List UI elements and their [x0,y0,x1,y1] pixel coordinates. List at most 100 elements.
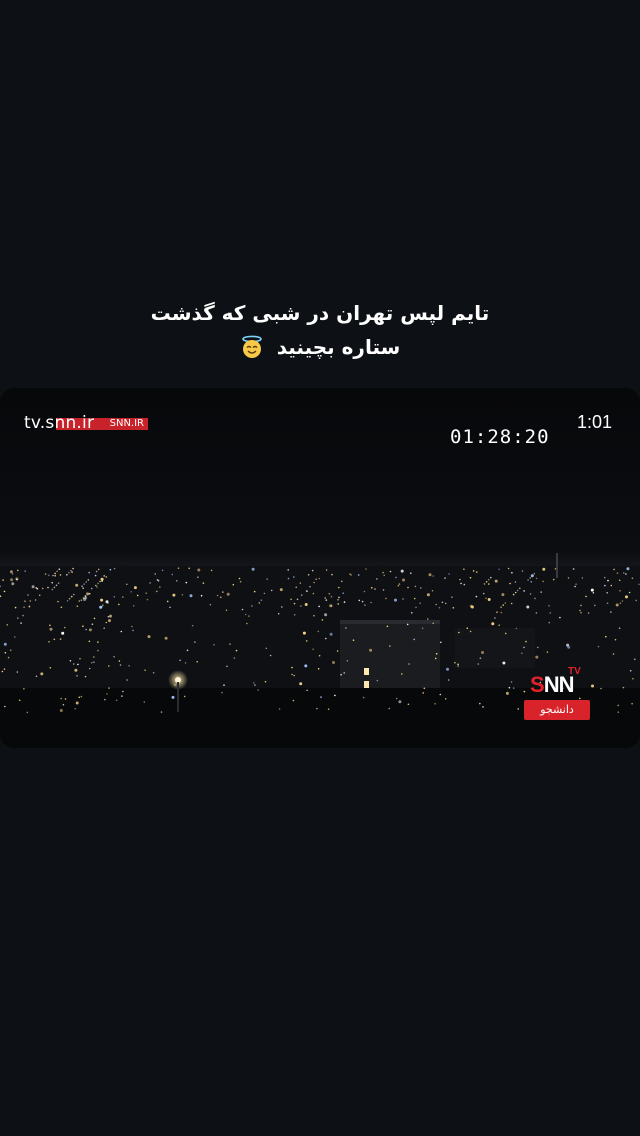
city-light [99,580,101,583]
city-light [505,691,509,695]
city-light [126,679,128,681]
city-light [617,711,620,713]
city-light [24,600,26,602]
city-light [610,584,613,587]
city-light [427,618,429,620]
city-light [188,567,190,570]
city-light [144,669,146,671]
city-light [64,698,67,700]
city-light [253,682,255,684]
city-light [343,672,346,674]
city-light [96,586,98,588]
city-light [496,611,498,613]
city-light [58,568,61,570]
city-light [494,617,496,619]
city-light [253,590,256,593]
city-light [87,579,90,581]
city-light [95,570,98,573]
city-light [260,599,263,601]
city-light [542,567,546,571]
city-light [634,658,636,661]
city-light [133,586,137,590]
city-light [279,588,283,592]
city-light [446,667,449,671]
city-light [610,611,612,613]
city-light [293,674,296,677]
video-player[interactable]: tv.snn.ir SNN.IR 01:28:20 1:01 SNN TV دا… [0,388,640,748]
city-light [321,619,324,621]
city-light [530,574,534,578]
city-light [407,703,410,706]
city-light [143,701,146,703]
city-light [317,630,320,633]
city-light [632,677,634,680]
city-light [177,567,180,569]
city-light [108,687,110,689]
city-light [75,701,79,705]
city-light [239,580,242,583]
city-light [84,675,87,678]
city-light [295,586,298,589]
city-light [72,663,75,665]
city-light [338,586,340,589]
city-light [106,693,108,695]
city-light [24,570,27,572]
city-light [54,572,56,575]
city-light [17,569,19,572]
city-light [603,576,606,579]
city-light [626,567,630,571]
city-light [374,588,376,590]
city-light [432,622,435,625]
city-light [324,613,328,617]
channel-watermark: tv.snn.ir SNN.IR [24,413,148,433]
city-light [397,585,400,587]
city-light [235,649,238,652]
city-light [494,579,498,583]
city-light [594,604,596,607]
city-light [444,698,447,700]
city-light [74,668,78,672]
city-light [263,592,266,595]
city-light [470,605,474,609]
city-light [197,576,199,578]
city-light [514,581,517,583]
city-light [14,636,16,638]
city-light [500,606,502,608]
city-light [625,595,628,599]
city-light [122,690,124,693]
city-light [325,569,328,571]
city-light [51,588,54,591]
city-light [290,598,292,601]
city-light [452,607,455,609]
city-light [121,695,123,697]
city-light [336,650,339,652]
city-light [395,697,398,700]
city-light [11,573,14,575]
city-light [266,578,269,580]
city-light [521,570,524,572]
city-light [213,643,215,646]
city-light [312,592,315,595]
city-light [382,571,384,574]
city-light [84,595,87,597]
city-light [41,587,44,590]
city-light [605,635,607,638]
city-light [145,592,147,594]
city-light [292,699,295,702]
city-light [296,598,299,601]
city-light [293,602,296,605]
city-light [278,708,281,710]
city-light [612,653,615,655]
city-light [3,668,6,670]
city-light [306,689,308,692]
city-light [88,571,90,574]
city-light [629,670,632,672]
city-light [357,574,360,576]
city-light [625,573,627,575]
city-light [164,636,168,640]
city-light [338,596,340,599]
city-light [422,692,425,694]
city-light [109,568,112,571]
city-light [331,605,333,607]
city-light [221,691,223,694]
